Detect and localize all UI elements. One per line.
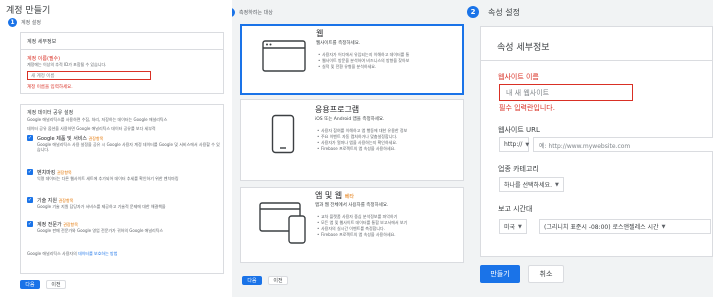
- reporting-timezone-label: 보고 시간대: [498, 205, 533, 213]
- step-label: 계정 설정: [21, 20, 41, 26]
- card-heading: 속성 세부정보: [497, 43, 550, 53]
- checkbox-tech-support[interactable]: ✓: [27, 197, 33, 203]
- previous-button[interactable]: 이전: [268, 276, 288, 285]
- website-name-label: 웹사이트 이름: [498, 73, 539, 81]
- account-details-card: 계정 세부정보 계정 이름(필수) 계정에는 이상의 추적 ID가 포함될 수 …: [20, 32, 224, 94]
- next-button[interactable]: 다음: [20, 280, 40, 289]
- website-url-label: 웹사이트 URL: [498, 126, 540, 134]
- step-number-badge: 2: [232, 8, 235, 17]
- target-title: 웹: [316, 29, 324, 38]
- account-name-input[interactable]: 새 계정 이름: [27, 71, 151, 80]
- account-name-label: 계정 이름(필수): [27, 56, 61, 62]
- card-heading: 계정 데이터 공유 설정: [27, 110, 74, 116]
- previous-button[interactable]: 이전: [46, 280, 66, 289]
- chevron-down-icon: ▼: [661, 223, 666, 230]
- step-number-badge: 2: [467, 6, 479, 18]
- checkbox-benchmarking[interactable]: ✓: [27, 169, 33, 175]
- next-button[interactable]: 다음: [242, 276, 262, 285]
- industry-category-label: 업종 카테고리: [498, 165, 539, 173]
- account-name-error: 계정 이름을 입력하세요.: [27, 85, 73, 90]
- target-bullets: 교차 플랫폼 사용자 중심 분석정보를 파악하기 모든 앱 및 웹사이트 데이터…: [317, 214, 463, 238]
- bullet-item: Firebase 프로젝트의 앱 속성을 사용하세요.: [317, 232, 463, 238]
- privacy-footer: Google 애널리틱스 사용자의 데이터를 보호하는 방법: [21, 251, 123, 256]
- recommended-badge: 권장항목: [58, 198, 74, 203]
- website-name-error: 필수 입력란입니다.: [499, 104, 555, 112]
- target-subtitle: 웹사이트를 측정하세요.: [316, 41, 361, 46]
- option-description: Google 기술 지원 담당자가 서비스를 제공하고 기술적 문제에 대한 해…: [37, 204, 166, 209]
- data-sharing-card: 계정 데이터 공유 설정 Google 애널리틱스를 사용하면 수집, 처리, …: [20, 104, 224, 274]
- option-description: Google 애널리틱스 사용 설정을 공유 시 Google 사용자 계정 데…: [37, 142, 220, 152]
- checkbox-account-specialists[interactable]: ✓: [27, 221, 33, 227]
- option-description: Google 판매 전문가와 Google 영업 전문가가 귀하의 Google…: [37, 228, 164, 233]
- sharing-description: Google 애널리틱스를 사용하면 수집, 처리, 저장하는 데이터는 Goo…: [27, 117, 168, 122]
- target-bullets: 사용자 참여를 이해하고 앱 행동에 대한 유용한 정보 주요 이벤트 자동 캡…: [317, 128, 463, 152]
- chevron-down-icon: ▼: [554, 181, 559, 188]
- beta-badge: 베타: [344, 194, 354, 200]
- page-title: 계정 만들기: [6, 6, 51, 16]
- website-url-input[interactable]: 예: http://www.mywebsite.com: [533, 137, 713, 152]
- step-header: 2: [467, 6, 479, 18]
- timezone-select[interactable]: (그리니치 표준시 -08:00) 로스앤젤레스 시간 ▼: [539, 219, 711, 234]
- checkbox-google-products[interactable]: ✓: [27, 135, 33, 141]
- account-name-hint: 계정에는 이상의 추적 ID가 포함될 수 있습니다.: [27, 62, 107, 67]
- country-value: 미국: [504, 224, 516, 231]
- chevron-down-icon: ▼: [525, 141, 530, 148]
- create-account-panel: 계정 만들기 1 계정 설정 계정 세부정보 계정 이름(필수) 계정에는 이상…: [0, 0, 232, 297]
- phone-icon: [271, 114, 295, 154]
- target-subtitle: 앱과 웹 전체에서 사용자를 측정하세요.: [315, 203, 389, 208]
- industry-category-value: 하나를 선택하세요.: [504, 182, 552, 189]
- website-name-input[interactable]: 내 새 웹사이트: [499, 84, 633, 101]
- protocol-select[interactable]: http:// ▼: [499, 137, 529, 152]
- bullet-item: Firebase 프로젝트의 앱 속성을 사용하세요.: [317, 146, 463, 152]
- target-title: 앱 및 웹: [315, 191, 343, 200]
- create-button[interactable]: 만들기: [480, 265, 520, 283]
- step-header: 2 측정하려는 대상: [232, 8, 273, 17]
- target-card-app-and-web[interactable]: 앱 및 웹 베타 앱과 웹 전체에서 사용자를 측정하세요. 교차 플랫폼 사용…: [240, 187, 464, 263]
- recommended-badge: 권장항목: [57, 170, 72, 175]
- country-select[interactable]: 미국 ▼: [499, 219, 527, 234]
- recommended-badge: 권장항목: [63, 222, 78, 227]
- option-description: 익명 데이터는 다른 웹사이트 세트에 추가되어 데이터 추세를 확인하기 위한…: [37, 176, 179, 181]
- property-setup-panel: 2 속성 설정 속성 세부정보 웹사이트 이름 내 새 웹사이트 필수 입력란입…: [464, 0, 713, 297]
- divider: [21, 49, 223, 50]
- step-header: 1 계정 설정: [8, 18, 41, 27]
- cancel-button[interactable]: 취소: [528, 265, 564, 283]
- step-number-badge: 1: [8, 18, 17, 27]
- app-and-web-icon: [259, 202, 306, 244]
- bullet-item: 실적 및 전환 유형을 분석하세요.: [318, 64, 464, 70]
- browser-icon: [262, 40, 306, 72]
- sharing-description-2: 데이터 공유 옵션을 사용하면 Google 애널리틱스 데이터 공유를 보다 …: [27, 126, 156, 131]
- privacy-link[interactable]: 데이터를 보호하는 방법: [78, 251, 117, 256]
- divider: [481, 60, 712, 61]
- timezone-value: (그리니치 표준시 -08:00) 로스앤젤레스 시간: [544, 224, 659, 231]
- target-card-web[interactable]: 웹 웹사이트를 측정하세요. 사용자가 어디에서 유입되는지 이해하고 데이터를…: [240, 24, 464, 95]
- step-label: 측정하려는 대상: [239, 10, 273, 16]
- recommended-badge: 권장항목: [88, 136, 104, 141]
- target-card-app[interactable]: 응용프로그램 iOS 또는 Android 앱을 측정하세요. 사용자 참여를 …: [240, 99, 464, 181]
- property-details-card: 속성 세부정보 웹사이트 이름 내 새 웹사이트 필수 입력란입니다. 웹사이트…: [480, 26, 713, 257]
- target-bullets: 사용자가 어디에서 유입되는지 이해하고 데이터를 통 웹사이트 방문을 분석하…: [318, 52, 464, 70]
- chevron-down-icon: ▼: [518, 223, 522, 230]
- measurement-target-panel: 2 측정하려는 대상 웹 웹사이트를 측정하세요. 사용자가 어디에서 유입되는…: [232, 0, 464, 297]
- privacy-footer-text: Google 애널리틱스 사용자의: [27, 251, 77, 256]
- step-label: 속성 설정: [488, 8, 520, 17]
- card-heading: 계정 세부정보: [27, 39, 57, 45]
- protocol-value: http://: [504, 141, 523, 148]
- industry-category-select[interactable]: 하나를 선택하세요. ▼: [499, 177, 564, 192]
- target-title: 응용프로그램: [315, 105, 360, 114]
- target-subtitle: iOS 또는 Android 앱을 측정하세요.: [315, 117, 385, 122]
